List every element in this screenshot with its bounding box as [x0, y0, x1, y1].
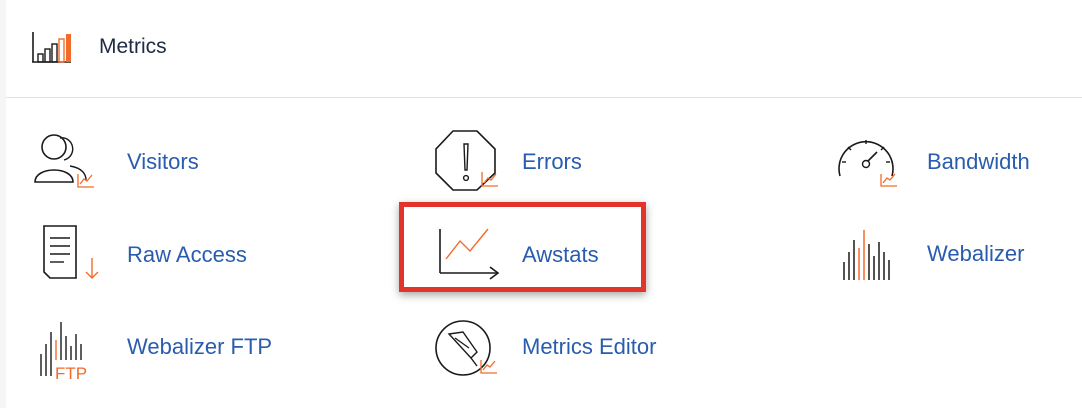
raw-access-link[interactable]: Raw Access: [36, 222, 266, 286]
page-title: Metrics: [99, 35, 167, 58]
webalizer-link[interactable]: Webalizer: [840, 222, 1080, 286]
webalizer-ftp-link[interactable]: FTP Webalizer FTP: [38, 318, 288, 382]
visitors-link[interactable]: Visitors: [28, 130, 218, 194]
metrics-editor-icon: [435, 320, 497, 376]
awstats-highlight-box: [399, 202, 646, 292]
webalizer-ftp-icon: FTP: [40, 322, 87, 382]
item-label: Errors: [522, 149, 582, 174]
metrics-panel: Metrics Visitors Errors Bandwidth Raw Ac…: [6, 0, 1082, 408]
item-label: Webalizer FTP: [127, 334, 273, 359]
bar-chart-icon: [32, 32, 71, 63]
item-label: Metrics Editor: [522, 334, 657, 359]
item-label: Bandwidth: [927, 149, 1030, 174]
webalizer-icon: [843, 230, 890, 280]
metrics-editor-link[interactable]: Metrics Editor: [433, 316, 683, 380]
bandwidth-link[interactable]: Bandwidth: [834, 128, 1074, 192]
bandwidth-icon: [838, 140, 897, 187]
panel-header: Metrics: [6, 0, 1082, 98]
item-label: Webalizer: [927, 241, 1025, 266]
ftp-icon-text: FTP: [55, 364, 87, 382]
item-label: Visitors: [127, 149, 199, 174]
item-label: Raw Access: [127, 242, 247, 267]
errors-link[interactable]: Errors: [433, 128, 633, 192]
raw-access-icon: [43, 225, 99, 279]
visitors-icon: [34, 134, 94, 188]
errors-icon: [435, 130, 498, 191]
